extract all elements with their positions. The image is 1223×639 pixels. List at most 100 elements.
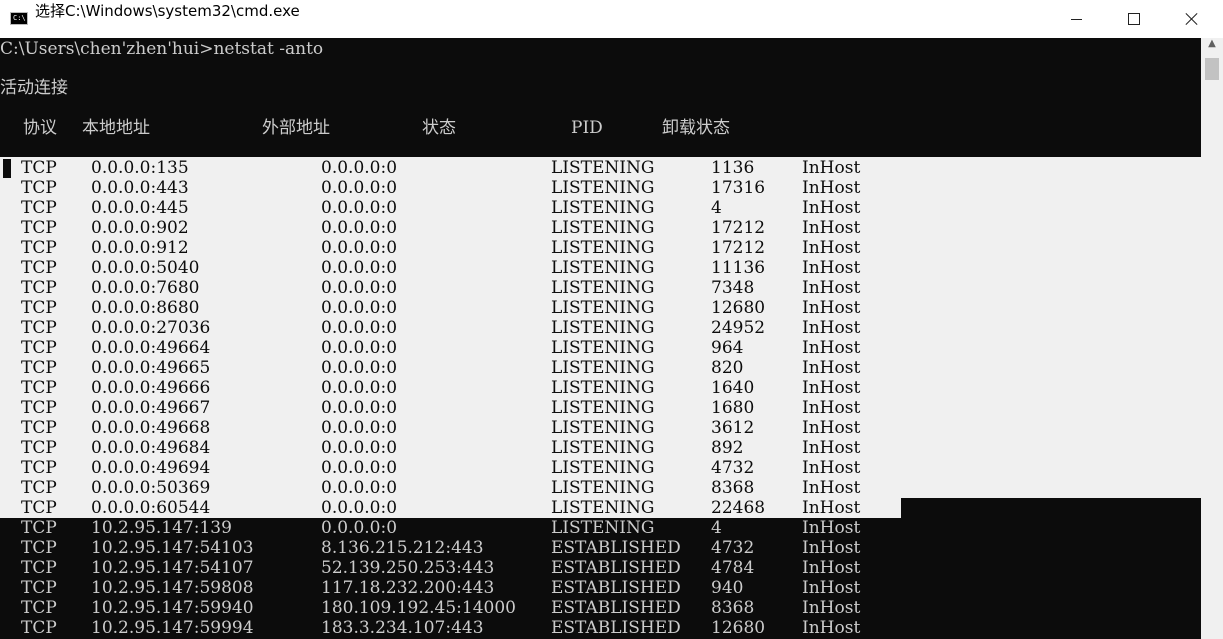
cell-pid: 940 [711, 578, 744, 598]
vertical-scrollbar[interactable]: ▲ [1201, 38, 1223, 639]
cell-state: LISTENING [551, 338, 655, 358]
cell-state: LISTENING [551, 378, 655, 398]
cell-local-address: 0.0.0.0:912 [91, 238, 189, 258]
table-row: TCP 0.0.0.0:912 0.0.0.0:0 LISTENING 17212 InH… [0, 238, 1201, 258]
cell-pid: 7348 [711, 278, 755, 298]
header-offload-state: 卸载状态 [662, 118, 730, 138]
close-button[interactable] [1163, 0, 1221, 38]
table-row: TCP 10.2.95.147:59940 180.109.192.45:14000… [0, 598, 1201, 618]
cell-proto: TCP [21, 518, 57, 538]
cell-proto: TCP [21, 418, 57, 438]
cell-offload-state: InHost [802, 338, 861, 358]
command-line: C:\Users\chen'zhen'hui>netstat -anto [0, 39, 324, 59]
header-proto: 协议 [23, 118, 57, 138]
table-row: TCP 10.2.95.147:59994 183.3.234.107:443 EST… [0, 618, 1201, 638]
cell-proto: TCP [21, 578, 57, 598]
cell-local-address: 0.0.0.0:60544 [91, 498, 211, 518]
cell-offload-state: InHost [802, 178, 861, 198]
title-bar[interactable]: C:\ 选择C:\Windows\system32\cmd.exe [0, 0, 1223, 38]
console-output[interactable]: C:\Users\chen'zhen'hui>netstat -anto 活动连… [0, 38, 1201, 639]
cell-foreign-address: 0.0.0.0:0 [321, 378, 398, 398]
table-row: TCP 0.0.0.0:49668 0.0.0.0:0 LISTENING 3612 In… [0, 418, 1201, 438]
cell-pid: 11136 [711, 258, 766, 278]
cell-offload-state: InHost [802, 558, 861, 578]
cell-pid: 892 [711, 438, 744, 458]
cell-offload-state: InHost [802, 238, 861, 258]
cell-pid: 964 [711, 338, 744, 358]
table-row: TCP 0.0.0.0:60544 0.0.0.0:0 LISTENING 22468 I… [0, 498, 1201, 518]
cell-local-address: 10.2.95.147:54107 [91, 558, 254, 578]
cell-state: LISTENING [551, 238, 655, 258]
cell-offload-state: InHost [802, 598, 861, 618]
cell-foreign-address: 8.136.215.212:443 [321, 538, 484, 558]
maximize-button[interactable] [1105, 0, 1163, 38]
table-row: TCP 10.2.95.147:59808 117.18.232.200:443 ES… [0, 578, 1201, 598]
cell-state: LISTENING [551, 398, 655, 418]
cell-proto: TCP [21, 218, 57, 238]
cell-state: ESTABLISHED [551, 558, 681, 578]
cell-state: LISTENING [551, 518, 655, 538]
cell-pid: 1136 [711, 158, 755, 178]
cell-foreign-address: 0.0.0.0:0 [321, 158, 398, 178]
cell-foreign-address: 0.0.0.0:0 [321, 258, 398, 278]
cell-proto: TCP [21, 298, 57, 318]
cell-local-address: 0.0.0.0:8680 [91, 298, 200, 318]
cell-local-address: 0.0.0.0:49667 [91, 398, 211, 418]
scroll-up-arrow-icon[interactable]: ▲ [1201, 38, 1223, 58]
cell-offload-state: InHost [802, 538, 861, 558]
cell-pid: 12680 [711, 618, 766, 638]
cell-proto: TCP [21, 198, 57, 218]
cell-proto: TCP [21, 378, 57, 398]
cell-proto: TCP [21, 158, 57, 178]
cell-proto: TCP [21, 538, 57, 558]
header-foreign-address: 外部地址 [262, 118, 330, 138]
cell-state: ESTABLISHED [551, 598, 681, 618]
cell-state: LISTENING [551, 198, 655, 218]
cell-offload-state: InHost [802, 578, 861, 598]
cell-local-address: 0.0.0.0:443 [91, 178, 189, 198]
minimize-button[interactable] [1047, 0, 1105, 38]
cell-local-address: 0.0.0.0:49666 [91, 378, 211, 398]
table-row: TCP 0.0.0.0:5040 0.0.0.0:0 LISTENING 11136 In… [0, 258, 1201, 278]
cell-pid: 4732 [711, 538, 755, 558]
header-pid: PID [571, 118, 603, 138]
cell-foreign-address: 180.109.192.45:14000 [321, 598, 516, 618]
cell-proto: TCP [21, 458, 57, 478]
table-row: TCP 0.0.0.0:7680 0.0.0.0:0 LISTENING 7348 InH… [0, 278, 1201, 298]
cell-local-address: 0.0.0.0:902 [91, 218, 189, 238]
cell-local-address: 10.2.95.147:59940 [91, 598, 254, 618]
cell-offload-state: InHost [802, 378, 861, 398]
cell-offload-state: InHost [802, 398, 861, 418]
cell-proto: TCP [21, 558, 57, 578]
cell-offload-state: InHost [802, 198, 861, 218]
cell-local-address: 0.0.0.0:445 [91, 198, 189, 218]
cell-state: LISTENING [551, 438, 655, 458]
cell-pid: 4784 [711, 558, 755, 578]
cell-local-address: 10.2.95.147:54103 [91, 538, 254, 558]
cell-local-address: 0.0.0.0:49668 [91, 418, 211, 438]
scroll-thumb[interactable] [1205, 58, 1219, 80]
cell-offload-state: InHost [802, 458, 861, 478]
table-row: TCP 0.0.0.0:49664 0.0.0.0:0 LISTENING 964 InH… [0, 338, 1201, 358]
table-row: TCP 0.0.0.0:135 0.0.0.0:0 LISTENING 1136 InHo… [0, 158, 1201, 178]
cell-pid: 17212 [711, 218, 766, 238]
cell-proto: TCP [21, 338, 57, 358]
cell-state: LISTENING [551, 278, 655, 298]
table-row: TCP 0.0.0.0:27036 0.0.0.0:0 LISTENING 24952 I… [0, 318, 1201, 338]
cell-local-address: 10.2.95.147:59994 [91, 618, 254, 638]
cell-foreign-address: 0.0.0.0:0 [321, 278, 398, 298]
cell-foreign-address: 0.0.0.0:0 [321, 358, 398, 378]
cell-state: ESTABLISHED [551, 578, 681, 598]
cell-foreign-address: 0.0.0.0:0 [321, 178, 398, 198]
cell-local-address: 0.0.0.0:49684 [91, 438, 211, 458]
column-headers: 协议 本地地址 外部地址 状态 PID 卸载状态 [0, 118, 1201, 138]
cell-foreign-address: 0.0.0.0:0 [321, 338, 398, 358]
cell-foreign-address: 183.3.234.107:443 [321, 618, 484, 638]
cell-foreign-address: 0.0.0.0:0 [321, 518, 398, 538]
cell-offload-state: InHost [802, 218, 861, 238]
cell-local-address: 0.0.0.0:49665 [91, 358, 211, 378]
cell-proto: TCP [21, 358, 57, 378]
cell-foreign-address: 0.0.0.0:0 [321, 478, 398, 498]
cell-foreign-address: 0.0.0.0:0 [321, 318, 398, 338]
cell-foreign-address: 0.0.0.0:0 [321, 398, 398, 418]
